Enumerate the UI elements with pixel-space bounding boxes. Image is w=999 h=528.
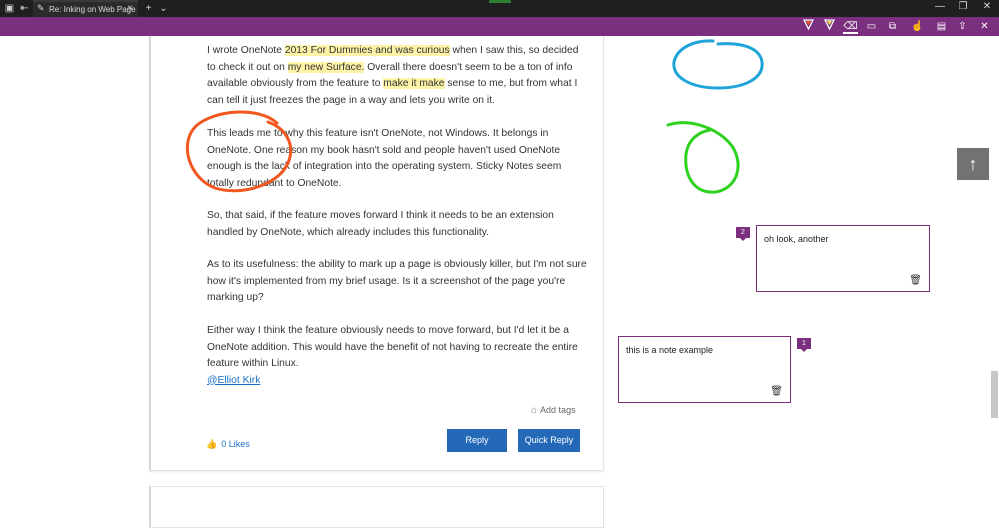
close-tab-icon[interactable]: ×	[127, 3, 133, 14]
green-ink-circle	[666, 121, 740, 194]
tab-list-chevron-down-icon[interactable]: ⌄	[157, 2, 170, 15]
close-window-button[interactable]: ✕	[977, 1, 997, 12]
share-icon[interactable]: ⇪	[955, 19, 970, 34]
highlighter-icon[interactable]	[822, 19, 837, 34]
trash-icon[interactable]: 🗑	[770, 386, 783, 397]
scrollbar-thumb[interactable]	[991, 371, 998, 418]
web-page: I wrote OneNote 2013 For Dummies and was…	[0, 36, 999, 528]
pen-icon: ✎	[37, 3, 45, 13]
scroll-to-top-button[interactable]: ↑	[957, 148, 989, 180]
blue-ink-circle	[672, 39, 764, 90]
tab-title: Re: Inking on Web Page	[49, 5, 136, 14]
new-tab-button[interactable]: +	[142, 2, 155, 15]
clip-icon[interactable]: ⧉	[885, 19, 900, 34]
save-icon[interactable]: ▤	[934, 19, 949, 34]
maximize-button[interactable]: ❐	[953, 1, 973, 12]
set-aside-tabs-icon[interactable]: ⇤	[18, 2, 31, 15]
touch-writing-icon[interactable]: ☝	[910, 19, 925, 34]
note-1-text: this is a note example	[626, 345, 714, 355]
red-ink-circle	[185, 110, 293, 193]
eraser-icon[interactable]: ⌫	[843, 19, 858, 34]
ink-toolbar: ⌫ ▭ ⧉ ☝ ▤ ⇪ ✕	[0, 17, 999, 36]
arrow-up-icon: ↑	[968, 154, 978, 174]
tab-active[interactable]: ✎ Re: Inking on Web Page ×	[33, 0, 138, 17]
tab-actions-icon[interactable]: ▣	[3, 2, 16, 15]
tab-drag-indicator	[489, 0, 511, 3]
note-2-text: oh look, another	[764, 234, 829, 244]
browser-title-bar: ▣ ⇤ ✎ Re: Inking on Web Page × + ⌄ — ❐ ✕	[0, 0, 999, 17]
note-1[interactable]: this is a note example 🗑	[618, 336, 791, 403]
exit-icon[interactable]: ✕	[977, 19, 992, 34]
note-2[interactable]: oh look, another 🗑	[756, 225, 930, 292]
add-note-icon[interactable]: ▭	[864, 19, 879, 34]
trash-icon[interactable]: 🗑	[909, 275, 922, 286]
note-2-badge[interactable]: 2	[736, 227, 750, 241]
note-1-badge[interactable]: 1	[797, 338, 811, 352]
ballpoint-pen-icon[interactable]	[801, 19, 816, 34]
minimize-button[interactable]: —	[930, 1, 950, 12]
